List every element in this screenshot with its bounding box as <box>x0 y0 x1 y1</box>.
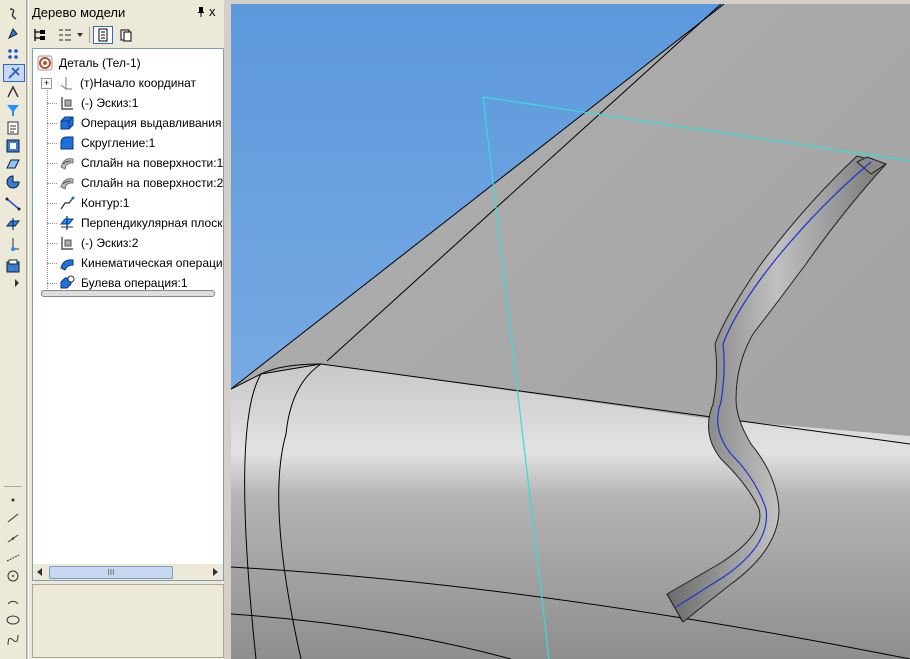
sketch-icon <box>61 97 73 110</box>
tree-item-sketch-2[interactable]: (-) Эскиз:2 <box>59 233 138 253</box>
document-icon[interactable] <box>3 120 23 136</box>
circle-icon[interactable] <box>3 568 23 584</box>
scroll-thumb[interactable]: III <box>49 566 173 579</box>
tree-connector <box>47 123 57 124</box>
tree-item-label: Кинематическая операци <box>81 256 223 270</box>
tree-item-spline-1[interactable]: Сплайн на поверхности:1 <box>59 153 223 173</box>
expand-toggle[interactable]: + <box>41 77 52 89</box>
surface-icon[interactable] <box>3 156 23 172</box>
scroll-left-icon[interactable] <box>35 567 45 577</box>
tree-item-label: Сплайн на поверхности:2 <box>81 176 224 190</box>
tree-item-sketch-1[interactable]: (-) Эскиз:1 <box>59 93 138 113</box>
point-snap-icon[interactable] <box>3 492 23 508</box>
sweep-icon <box>60 259 74 271</box>
tree-connector <box>47 103 57 104</box>
tree-item-fillet[interactable]: Скругление:1 <box>59 133 155 153</box>
contour-icon <box>60 196 75 210</box>
properties-area <box>32 584 224 658</box>
sketch-icon <box>61 237 73 250</box>
tree-item-label: Перпендикулярная плоск <box>81 216 223 230</box>
document-list-icon[interactable] <box>117 26 135 44</box>
fillet-icon <box>60 136 74 150</box>
ellipse-icon[interactable] <box>3 612 23 628</box>
toolbar-separator <box>4 486 22 487</box>
tree-connector <box>47 243 57 244</box>
tree-item-label: Деталь (Тел-1) <box>59 56 141 70</box>
part-icon <box>37 55 53 71</box>
toolbar-separator <box>89 27 90 43</box>
edit-geometry-icon[interactable] <box>3 26 23 42</box>
tree-view-mode-icon[interactable] <box>55 26 75 44</box>
tree-item-extrude[interactable]: Операция выдавливания <box>59 113 221 133</box>
show-properties-icon[interactable] <box>93 26 113 44</box>
spline-icon[interactable] <box>3 632 23 648</box>
tree-item-label: (т)Начало координат <box>80 76 197 90</box>
model-tree[interactable]: Деталь (Тел-1) + (т)Начало координат (-)… <box>32 48 224 566</box>
tree-connector <box>47 79 48 297</box>
surface-spline-icon <box>60 178 74 190</box>
surface-spline-icon <box>60 158 74 170</box>
splitter-handle[interactable] <box>41 290 215 297</box>
tree-connector <box>47 263 57 264</box>
tree-item-label: Операция выдавливания <box>81 116 222 130</box>
tree-item-label: Сплайн на поверхности:1 <box>81 156 224 170</box>
tree-item-label: (-) Эскиз:2 <box>81 236 139 250</box>
close-button[interactable]: x <box>209 5 216 18</box>
plane-tool-icon[interactable] <box>3 216 23 232</box>
tree-connector <box>47 203 57 204</box>
tree-connector <box>47 143 57 144</box>
panel-title: Дерево модели <box>32 5 126 20</box>
tree-connector <box>47 223 57 224</box>
auxiliary-line-icon[interactable] <box>3 550 23 566</box>
frame-icon[interactable] <box>3 138 23 154</box>
model-canvas <box>231 4 910 659</box>
panel-title-bar: Дерево модели x <box>29 2 224 22</box>
tree-connector <box>47 163 57 164</box>
tree-item-spline-2[interactable]: Сплайн на поверхности:2 <box>59 173 223 193</box>
pin-icon[interactable] <box>195 6 207 18</box>
tree-item-perpendicular-plane[interactable]: Перпендикулярная плоск <box>59 213 222 233</box>
line-tool-icon[interactable] <box>3 196 23 212</box>
tree-connector <box>47 183 57 184</box>
tree-item-label: (-) Эскиз:1 <box>81 96 139 110</box>
select-icon[interactable] <box>3 6 23 22</box>
filter-icon[interactable] <box>3 102 23 118</box>
chevron-down-icon[interactable] <box>75 26 85 44</box>
revolve-icon[interactable] <box>3 174 23 190</box>
curves-icon[interactable] <box>3 64 25 82</box>
points-icon[interactable] <box>3 46 23 62</box>
tree-root-item[interactable]: Деталь (Тел-1) <box>37 53 141 73</box>
axis-tool-icon[interactable] <box>3 236 23 252</box>
perpendicular-plane-icon <box>59 216 75 230</box>
model-tree-panel: Дерево модели x Деталь (Тел-1) + (т)Нача… <box>28 0 224 659</box>
boolean-icon <box>60 275 75 289</box>
horizontal-scrollbar[interactable]: III <box>32 564 224 581</box>
scroll-right-icon[interactable] <box>210 567 220 577</box>
arc-icon[interactable] <box>3 592 23 608</box>
tree-item-sweep[interactable]: Кинематическая операци <box>59 253 223 273</box>
polyline-icon[interactable] <box>3 530 23 546</box>
left-toolbar <box>0 0 27 659</box>
tree-item-origin[interactable]: + (т)Начало координат <box>41 73 196 93</box>
library-icon[interactable] <box>3 258 23 274</box>
tree-item-label: Контур:1 <box>81 196 130 210</box>
tree-item-label: Булева операция:1 <box>81 276 188 290</box>
dimension-icon[interactable] <box>3 84 23 100</box>
tree-item-contour[interactable]: Контур:1 <box>59 193 129 213</box>
tree-item-label: Скругление:1 <box>81 136 156 150</box>
3d-viewport[interactable] <box>231 4 910 659</box>
origin-icon <box>60 77 72 90</box>
tree-structure-icon[interactable] <box>31 26 49 44</box>
expand-arrow-icon[interactable] <box>3 278 23 288</box>
panel-toolbar <box>29 24 224 46</box>
extrude-icon <box>60 116 74 130</box>
segment-icon[interactable] <box>3 510 23 526</box>
tree-connector <box>47 283 57 284</box>
